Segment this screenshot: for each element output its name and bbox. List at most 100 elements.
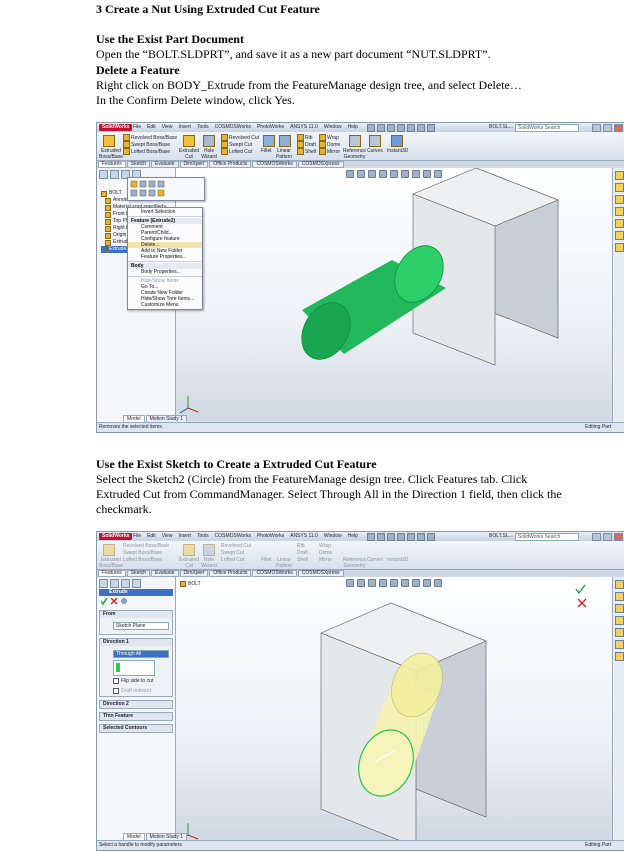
tab-sketch[interactable]: Sketch	[126, 161, 151, 168]
edit-feature-icon[interactable]	[130, 180, 138, 188]
suppress-icon[interactable]	[148, 180, 156, 188]
menu-file[interactable]: File	[133, 124, 141, 131]
print-icon[interactable]	[397, 533, 405, 541]
lofted-cut-button[interactable]: Lofted Cut	[221, 148, 252, 155]
tab-features[interactable]: Features	[98, 161, 126, 168]
view-palette-icon[interactable]	[614, 628, 624, 637]
rib-button[interactable]: Rib	[297, 134, 313, 141]
menu-cosmosworks[interactable]: COSMOSWorks	[215, 124, 251, 131]
save-icon[interactable]	[387, 124, 395, 132]
extruded-boss-button[interactable]: Extruded Boss/Base	[99, 148, 123, 160]
new-icon[interactable]	[367, 124, 375, 132]
undo-icon[interactable]	[407, 124, 415, 132]
edit-sketch-icon[interactable]	[139, 180, 147, 188]
feature-manager-icon[interactable]	[99, 170, 108, 179]
reference-geometry-icon[interactable]	[349, 135, 361, 147]
fillet-icon[interactable]	[263, 135, 275, 147]
rollback-icon[interactable]	[157, 180, 165, 188]
options-icon[interactable]	[427, 124, 435, 132]
search-icon[interactable]	[614, 616, 624, 625]
direction-selection-box[interactable]	[113, 660, 155, 676]
appearance-icon[interactable]	[157, 189, 165, 197]
menu-window[interactable]: Window	[324, 124, 342, 131]
menu-window[interactable]: Window	[324, 533, 342, 540]
group-direction1-header[interactable]: Direction 1	[100, 639, 172, 646]
menu-item-feature-properties[interactable]: Feature Properties...	[128, 254, 202, 260]
menu-help[interactable]: Help	[348, 124, 358, 131]
wrap-button[interactable]: Wrap	[319, 134, 339, 141]
custom-properties-icon[interactable]	[614, 243, 624, 252]
close-icon[interactable]	[614, 124, 623, 132]
menu-item-invert-selection[interactable]: Invert Selection	[128, 209, 202, 215]
from-select[interactable]: Sketch Plane	[113, 622, 169, 630]
cancel-x-icon[interactable]	[110, 598, 118, 605]
menu-edit[interactable]: Edit	[147, 124, 156, 131]
undo-icon[interactable]	[407, 533, 415, 541]
draft-button[interactable]: Draft	[297, 141, 316, 148]
shell-button[interactable]: Shell	[297, 148, 316, 155]
swept-boss-button[interactable]: Swept Boss/Base	[123, 141, 170, 148]
tab-cosmosworks[interactable]: COSMOSWorks	[252, 570, 297, 577]
resources-icon[interactable]	[614, 171, 624, 180]
ok-checkmark-icon[interactable]	[101, 598, 108, 605]
restore-icon[interactable]	[603, 124, 612, 132]
menu-tools[interactable]: Tools	[197, 124, 209, 131]
instant3d-button[interactable]: Instant3D	[387, 148, 408, 154]
search-icon[interactable]	[614, 207, 624, 216]
tab-dimxpert[interactable]: DimXpert	[179, 570, 209, 577]
options-icon[interactable]	[427, 533, 435, 541]
save-icon[interactable]	[387, 533, 395, 541]
file-explorer-icon[interactable]	[614, 604, 624, 613]
group-thin-feature-header[interactable]: Thin Feature	[100, 713, 172, 720]
print-icon[interactable]	[397, 124, 405, 132]
end-condition-select[interactable]: Through All	[113, 650, 169, 658]
revolved-boss-button[interactable]: Revolved Boss/Base	[123, 134, 177, 141]
menu-insert[interactable]: Insert	[178, 533, 191, 540]
flip-side-checkbox[interactable]: Flip side to cut	[113, 678, 169, 684]
instant3d-icon[interactable]	[391, 135, 403, 147]
confirm-checkmark-icon[interactable]	[575, 584, 586, 595]
minimize-icon[interactable]	[592, 124, 601, 132]
new-icon[interactable]	[367, 533, 375, 541]
custom-properties-icon[interactable]	[614, 652, 624, 661]
lofted-boss-button[interactable]: Lofted Boss/Base	[123, 148, 170, 155]
tab-dimxpert[interactable]: DimXpert	[179, 161, 209, 168]
appearances-icon[interactable]	[614, 231, 624, 240]
group-selected-contours-header[interactable]: Selected Contours	[100, 725, 172, 732]
menu-view[interactable]: View	[162, 124, 173, 131]
tab-office-products[interactable]: Office Products	[209, 161, 252, 168]
menu-ansys[interactable]: ANSYS 11.0	[290, 124, 318, 131]
menu-view[interactable]: View	[162, 533, 173, 540]
tree-item-extrude2[interactable]: Extrude2	[101, 246, 129, 253]
tab-cosmosxpress[interactable]: COSMOSXpress	[297, 570, 344, 577]
graphics-area[interactable]: BOLT	[176, 577, 613, 841]
menu-photoworks[interactable]: PhotoWorks	[257, 533, 284, 540]
open-icon[interactable]	[377, 124, 385, 132]
resources-icon[interactable]	[614, 580, 624, 589]
dimxpert-manager-icon[interactable]	[132, 579, 141, 588]
tab-features[interactable]: Features	[98, 570, 126, 577]
hide-body-icon[interactable]	[148, 189, 156, 197]
close-icon[interactable]	[614, 533, 623, 541]
minimize-icon[interactable]	[592, 533, 601, 541]
menu-cosmosworks[interactable]: COSMOSWorks	[215, 533, 251, 540]
property-manager-icon[interactable]	[110, 579, 119, 588]
revolved-cut-button[interactable]: Revolved Cut	[221, 134, 259, 141]
tab-cosmosxpress[interactable]: COSMOSXpress	[297, 161, 344, 168]
hole-wizard-icon[interactable]	[203, 135, 215, 147]
confirm-cancel-icon[interactable]	[577, 598, 587, 608]
tab-office-products[interactable]: Office Products	[209, 570, 252, 577]
extruded-cut-icon[interactable]	[183, 135, 195, 147]
linear-pattern-icon[interactable]	[279, 135, 291, 147]
tab-sketch[interactable]: Sketch	[126, 570, 151, 577]
curves-icon[interactable]	[369, 135, 381, 147]
search-input[interactable]: SolidWorks Search	[515, 124, 579, 132]
extruded-cut-button[interactable]: Extruded Cut	[179, 148, 199, 160]
linear-pattern-button[interactable]: Linear Pattern	[275, 148, 293, 160]
tab-cosmosworks[interactable]: COSMOSWorks	[252, 161, 297, 168]
menu-tools[interactable]: Tools	[197, 533, 209, 540]
menu-item-body-properties[interactable]: Body Properties...	[128, 269, 202, 275]
preview-icon[interactable]	[121, 598, 127, 604]
open-icon[interactable]	[377, 533, 385, 541]
menu-item-customize-menu[interactable]: Customize Menu	[128, 302, 202, 308]
